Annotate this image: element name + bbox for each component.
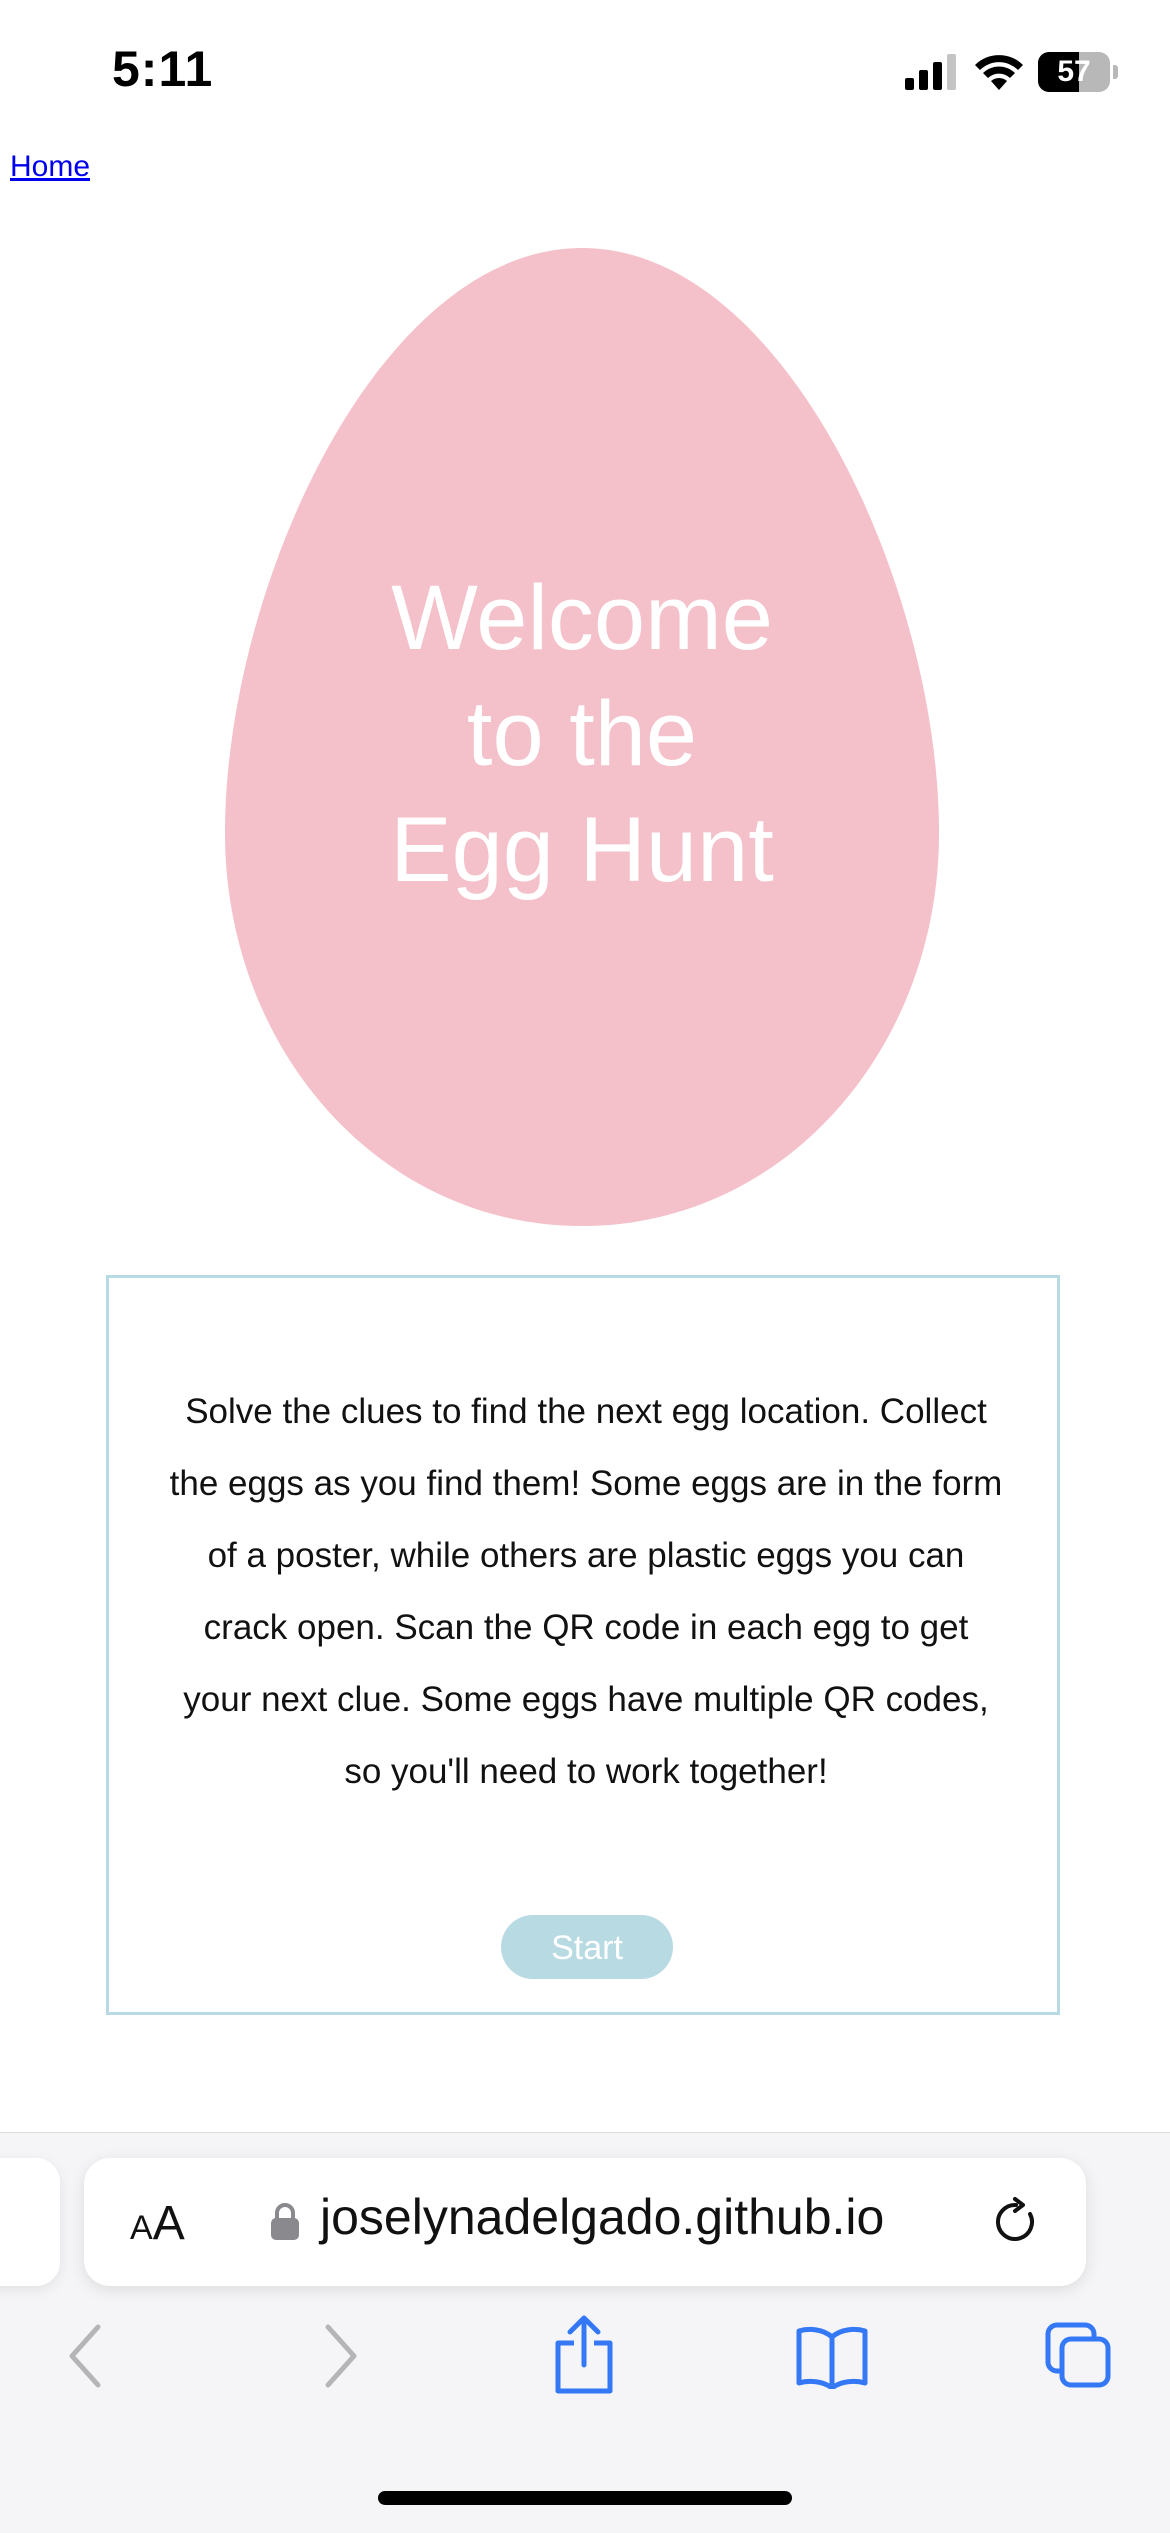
url-text[interactable]: joselynadelgado.github.io xyxy=(320,2188,884,2246)
share-icon[interactable] xyxy=(552,2315,616,2395)
start-button[interactable]: Start xyxy=(501,1915,673,1979)
back-icon[interactable] xyxy=(66,2323,106,2389)
status-time: 5:11 xyxy=(112,41,214,97)
lock-icon xyxy=(271,2203,299,2240)
battery-level: 57 xyxy=(1057,55,1091,88)
welcome-line-3: Egg Hunt xyxy=(390,799,774,901)
battery-icon: 57 xyxy=(1038,52,1118,94)
previous-tab-peek[interactable] xyxy=(0,2158,60,2286)
browser-toolbar: AA joselynadelgado.github.io xyxy=(0,2132,1170,2533)
instructions-card: Solve the clues to find the next egg loc… xyxy=(106,1275,1060,2015)
instructions-text: Solve the clues to find the next egg loc… xyxy=(169,1392,1003,1791)
tabs-icon[interactable] xyxy=(1044,2321,1114,2391)
text-size-button[interactable]: AA xyxy=(130,2196,185,2251)
welcome-heading: Welcome to the Egg Hunt xyxy=(225,560,939,908)
reload-icon[interactable] xyxy=(990,2196,1042,2248)
address-bar[interactable]: AA joselynadelgado.github.io xyxy=(84,2158,1086,2286)
forward-icon[interactable] xyxy=(320,2323,360,2389)
signal-icon xyxy=(905,54,956,90)
wifi-icon xyxy=(975,55,1023,90)
home-link[interactable]: Home xyxy=(10,150,90,184)
home-indicator[interactable] xyxy=(378,2491,792,2505)
bookmarks-icon[interactable] xyxy=(795,2325,869,2389)
welcome-line-2: to the xyxy=(466,683,698,785)
status-bar: 5:11 57 xyxy=(0,0,1170,140)
welcome-line-1: Welcome xyxy=(391,567,773,669)
